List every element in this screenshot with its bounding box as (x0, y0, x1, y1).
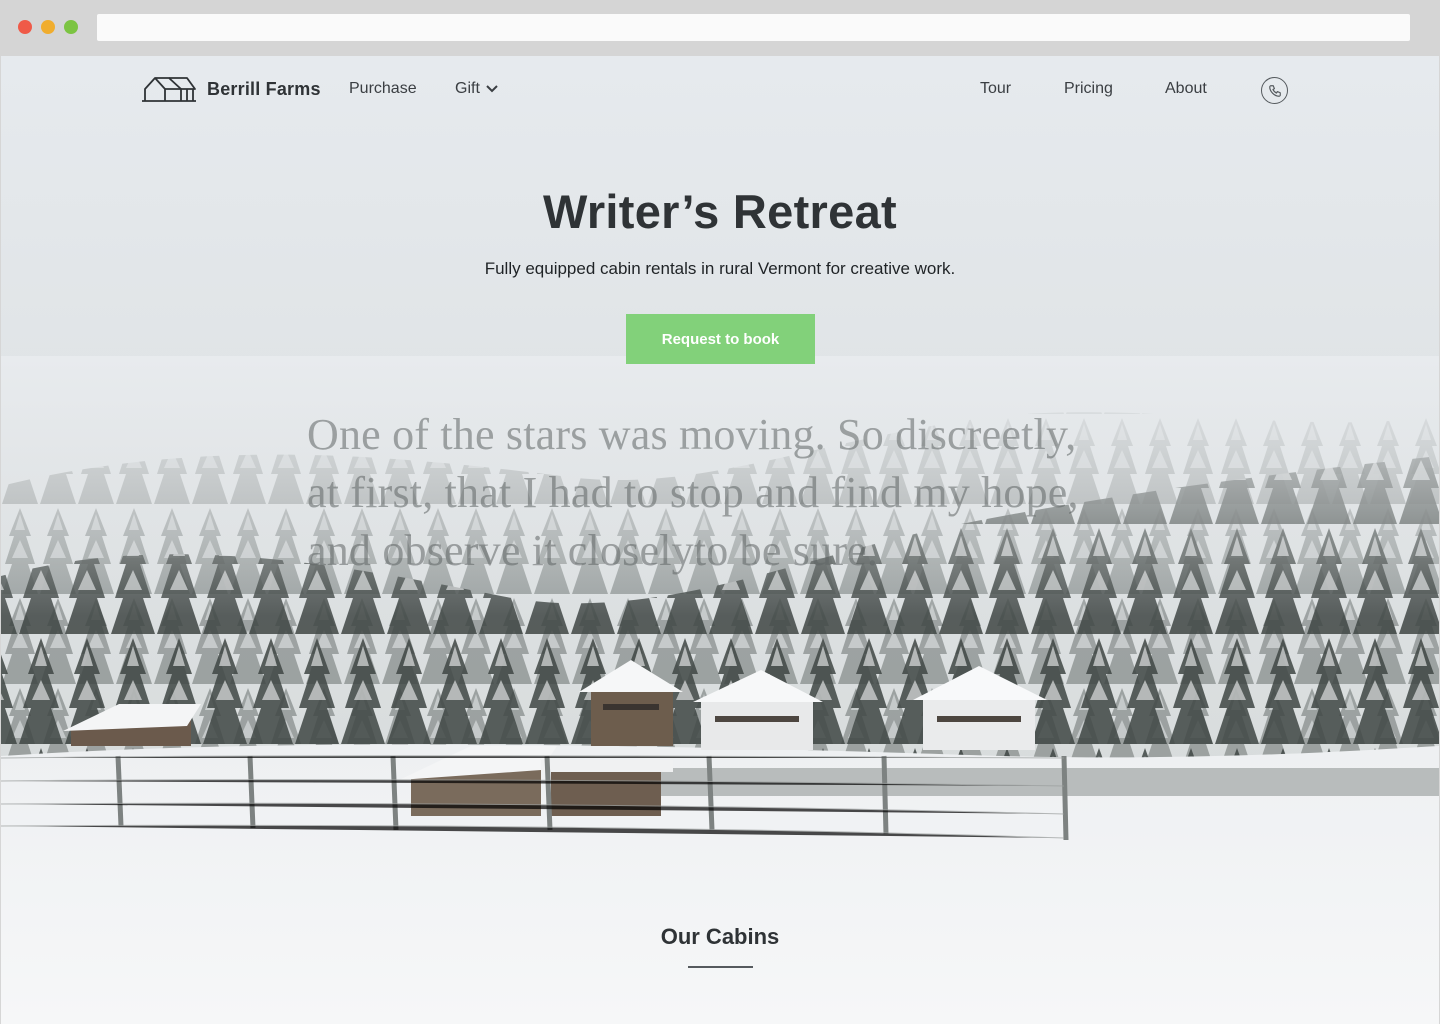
quote-line-1: One of the stars was moving. So discreet… (307, 410, 1077, 459)
top-navigation: Berrill Farms Purchase Gift Tour Pricing… (1, 56, 1439, 126)
nav-link-purchase[interactable]: Purchase (349, 80, 417, 98)
page-viewport: Berrill Farms Purchase Gift Tour Pricing… (1, 56, 1439, 1024)
chevron-down-icon (486, 85, 498, 93)
phone-icon (1268, 84, 1281, 97)
address-bar[interactable] (97, 14, 1410, 41)
phone-button[interactable] (1261, 77, 1288, 104)
quote-line-2: at first, that I had to stop and find my… (307, 468, 1079, 517)
brand-name: Berrill Farms (207, 78, 321, 99)
request-to-book-button[interactable]: Request to book (626, 314, 815, 364)
nav-link-gift[interactable]: Gift (455, 80, 498, 98)
browser-chrome (0, 0, 1440, 56)
our-cabins-heading: Our Cabins (660, 924, 780, 949)
nav-link-tour[interactable]: Tour (980, 80, 1011, 98)
hero-title: Writer’s Retreat (543, 185, 897, 238)
hero-subtitle: Fully equipped cabin rentals in rural Ve… (484, 259, 956, 278)
window-minimize-button[interactable] (41, 20, 55, 34)
section-divider (688, 966, 753, 968)
house-outline-icon (142, 77, 196, 102)
window-close-button[interactable] (18, 20, 32, 34)
nav-link-gift-label: Gift (455, 80, 480, 97)
hero-quote: One of the stars was moving. So discreet… (307, 406, 1207, 580)
nav-link-about[interactable]: About (1165, 80, 1207, 98)
quote-line-3: and observe it closelyto be sure. (307, 526, 879, 575)
brand-logo[interactable]: Berrill Farms (141, 75, 321, 103)
window-zoom-button[interactable] (64, 20, 78, 34)
nav-link-pricing[interactable]: Pricing (1064, 80, 1113, 98)
